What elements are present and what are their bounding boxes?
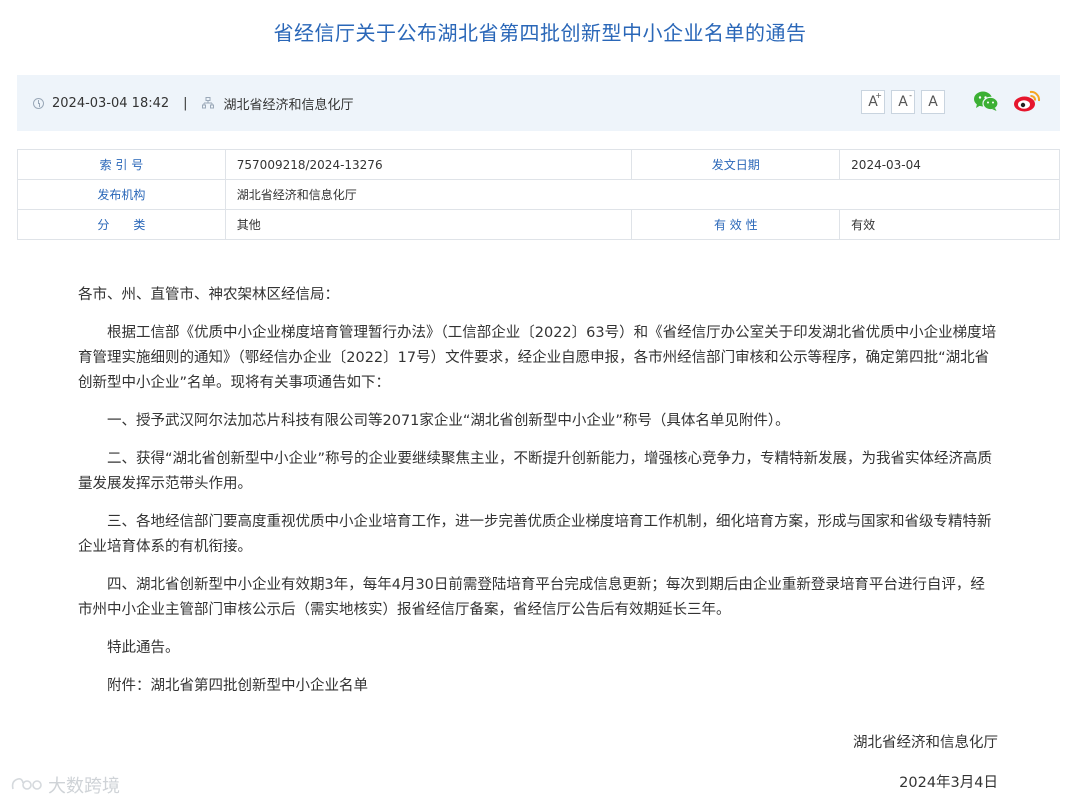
- index-value: 757009218/2024-13276: [224, 149, 633, 180]
- validity-label: 有 效 性: [631, 209, 841, 240]
- signature: 湖北省经济和信息化厅: [853, 735, 998, 751]
- closing-line: 特此通告。: [107, 640, 180, 656]
- share-buttons: [973, 89, 1041, 113]
- publisher-label: 发布机构: [17, 179, 226, 210]
- paragraph-item-1: 一、授予武汉阿尔法加芯片科技有限公司等2071家企业“湖北省创新型中小企业”称号…: [107, 413, 790, 429]
- wechat-icon[interactable]: [973, 90, 999, 112]
- meta-separator: |: [183, 95, 188, 111]
- paragraph-item-2: 二、获得“湖北省创新型中小企业”称号的企业要继续聚焦主业，不断提升创新能力，增强…: [78, 451, 993, 492]
- index-label: 索 引 号: [17, 149, 226, 180]
- weibo-icon[interactable]: [1013, 89, 1041, 113]
- font-decrease-sup: -: [909, 91, 912, 100]
- page-title: 省经信厅关于公布湖北省第四批创新型中小企业名单的通告: [273, 21, 807, 45]
- paragraph-intro: 根据工信部《优质中小企业梯度培育管理暂行办法》（工信部企业〔2022〕63号）和…: [78, 325, 997, 391]
- salutation: 各市、州、直管市、神农架林区经信局：: [78, 287, 339, 303]
- paragraph-item-3: 三、各地经信部门要高度重视优质中小企业培育工作，进一步完善优质企业梯度培育工作机…: [78, 514, 992, 555]
- font-decrease-label: A: [898, 94, 908, 110]
- info-row: 发布机构 湖北省经济和信息化厅: [17, 179, 1061, 210]
- meta-bar: 2024-03-04 18:42 | 湖北省经济和信息化厅 A + A- A: [17, 75, 1060, 131]
- notice-body: 各市、州、直管市、神农架林区经信局： 根据工信部《优质中小企业梯度培育管理暂行办…: [78, 283, 998, 712]
- category-label: 分 类: [17, 209, 226, 240]
- publisher-value: 湖北省经济和信息化厅: [224, 179, 1061, 210]
- font-increase-button[interactable]: A +: [861, 90, 885, 114]
- meta-info: 2024-03-04 18:42 | 湖北省经济和信息化厅: [33, 75, 354, 131]
- font-reset-button[interactable]: A: [921, 90, 945, 114]
- attachment-link[interactable]: 附件：湖北省第四批创新型中小企业名单: [78, 674, 998, 699]
- organization-icon: [201, 97, 214, 109]
- font-size-controls: A + A- A: [861, 90, 945, 114]
- issue-date-value: 2024-03-04: [839, 149, 1060, 180]
- paragraph-item-4: 四、湖北省创新型中小企业有效期3年，每年4月30日前需登陆培育平台完成信息更新；…: [78, 577, 985, 618]
- clock-icon: [33, 97, 44, 109]
- info-row: 索 引 号 757009218/2024-13276 发文日期 2024-03-…: [17, 149, 1060, 180]
- info-row: 分 类 其他 有 效 性 有效: [17, 209, 1060, 240]
- category-value: 其他: [224, 209, 633, 240]
- font-reset-label: A: [928, 94, 938, 110]
- watermark-text: 大数跨境: [48, 776, 120, 797]
- font-increase-sup: +: [875, 91, 882, 100]
- publish-source: 湖北省经济和信息化厅: [223, 97, 354, 113]
- signature-date: 2024年3月4日: [899, 775, 998, 791]
- watermark-logo-icon: [11, 778, 42, 790]
- watermark: 大数跨境: [10, 772, 120, 798]
- issue-date-label: 发文日期: [631, 149, 841, 180]
- document-info-table: 索 引 号 757009218/2024-13276 发文日期 2024-03-…: [17, 149, 1061, 240]
- validity-value: 有效: [839, 209, 1060, 240]
- font-decrease-button[interactable]: A-: [891, 90, 915, 114]
- publish-datetime: 2024-03-04 18:42: [52, 95, 170, 111]
